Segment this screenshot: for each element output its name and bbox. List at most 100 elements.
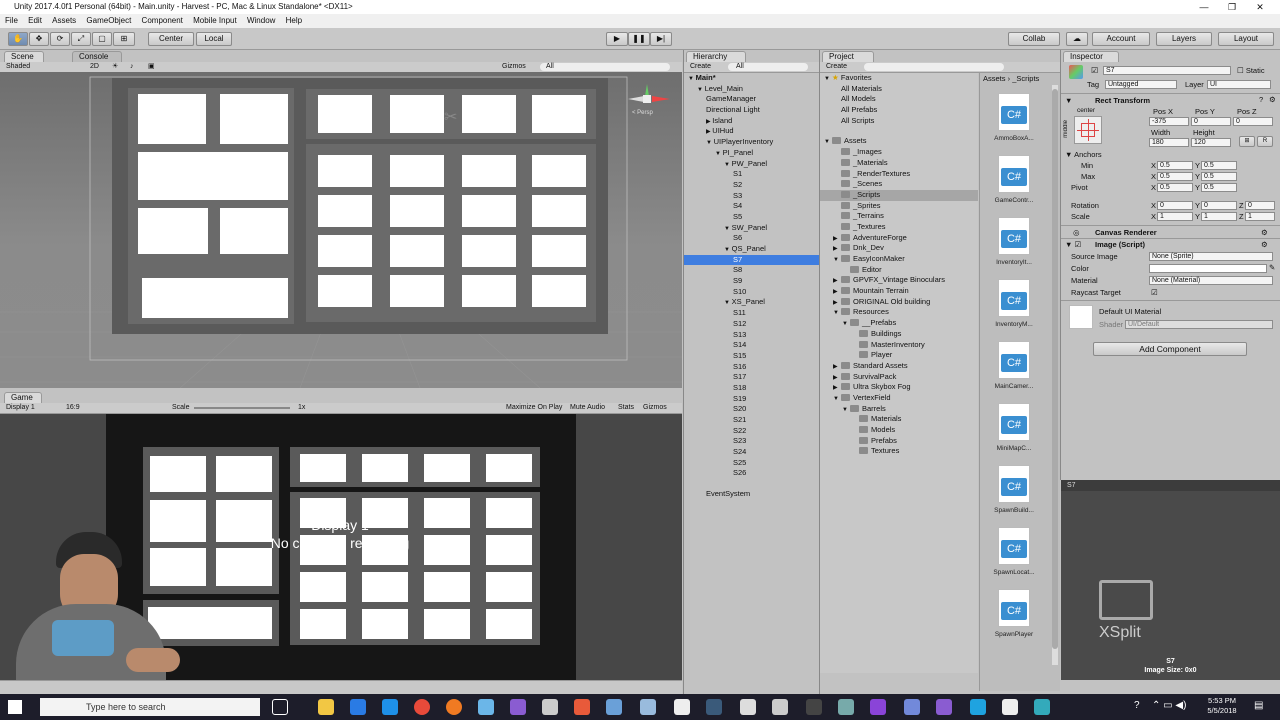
hierarchy-item[interactable]: ▼ XS_Panel xyxy=(684,297,819,308)
hierarchy-item[interactable]: S21 xyxy=(684,415,819,426)
hand-tool-icon[interactable]: ✋ xyxy=(8,32,28,46)
csharp-script-icon[interactable] xyxy=(998,403,1030,441)
help-tray-icon[interactable]: ? xyxy=(1134,700,1140,711)
favorite-item[interactable]: All Prefabs xyxy=(820,105,978,116)
task-view-icon[interactable] xyxy=(272,699,288,715)
scene-slot[interactable] xyxy=(532,235,586,267)
hierarchy-item[interactable]: S22 xyxy=(684,426,819,437)
csharp-script-icon[interactable] xyxy=(998,279,1030,317)
expand-arrow-icon[interactable]: ▼ xyxy=(724,247,732,253)
tab-project[interactable]: Project xyxy=(822,51,874,62)
menu-gameobject[interactable]: GameObject xyxy=(86,16,131,25)
rect-handle-icon[interactable]: ✂ xyxy=(444,107,457,127)
expand-arrow-icon[interactable]: ▼ xyxy=(824,74,832,85)
scene-slot[interactable] xyxy=(142,278,288,318)
scene-slot[interactable] xyxy=(318,195,372,227)
shading-dropdown[interactable]: Shaded xyxy=(6,62,30,72)
scene-slot[interactable] xyxy=(318,95,372,133)
hierarchy-item[interactable]: S8 xyxy=(684,265,819,276)
favorite-item[interactable]: All Materials xyxy=(820,84,978,95)
expand-arrow-icon[interactable]: ▼ xyxy=(833,308,841,319)
expand-arrow-icon[interactable]: ▼ xyxy=(824,137,832,148)
menu-assets[interactable]: Assets xyxy=(52,16,76,25)
skype-icon[interactable] xyxy=(970,699,986,715)
posy-field[interactable]: 0 xyxy=(1191,117,1231,126)
hierarchy-create-dropdown[interactable]: Create xyxy=(690,62,711,72)
folder-item[interactable]: _Images xyxy=(820,147,978,158)
folder-item[interactable]: _Materials xyxy=(820,158,978,169)
app-icon-9[interactable] xyxy=(838,699,854,715)
tab-inspector[interactable]: Inspector xyxy=(1063,51,1119,62)
height-field[interactable]: 120 xyxy=(1191,138,1231,147)
scene-slot[interactable] xyxy=(532,195,586,227)
hierarchy-item[interactable]: S14 xyxy=(684,340,819,351)
transform-tool-icon[interactable]: ⊞ xyxy=(113,32,135,46)
app-icon-5[interactable] xyxy=(640,699,656,715)
settings-icon[interactable]: ⚙ xyxy=(1269,95,1276,104)
folder-item[interactable]: MasterInventory xyxy=(820,340,978,351)
ie-icon[interactable] xyxy=(382,699,398,715)
folder-item[interactable]: ▶ Ultra Skybox Fog xyxy=(820,382,978,393)
scene-slot[interactable] xyxy=(390,95,444,133)
folder-item[interactable]: ▼ __Prefabs xyxy=(820,318,978,329)
menu-help[interactable]: Help xyxy=(286,16,302,25)
mode-2d-button[interactable]: 2D xyxy=(90,62,99,72)
menu-file[interactable]: File xyxy=(5,16,18,25)
scene-slot[interactable] xyxy=(532,275,586,307)
audio-icon[interactable]: ♪ xyxy=(130,62,134,72)
expand-arrow-icon[interactable]: ▼ xyxy=(833,255,841,266)
width-field[interactable]: 180 xyxy=(1149,138,1189,147)
app-icon-1[interactable] xyxy=(478,699,494,715)
hierarchy-item[interactable]: S3 xyxy=(684,191,819,202)
folder-item[interactable]: Prefabs xyxy=(820,436,978,447)
hierarchy-item[interactable]: S11 xyxy=(684,308,819,319)
expand-arrow-icon[interactable]: ▼ xyxy=(688,76,696,82)
scene-slot[interactable] xyxy=(318,275,372,307)
assets-header[interactable]: ▼ Assets xyxy=(820,136,978,147)
scene-slot[interactable] xyxy=(318,155,372,187)
folder-item[interactable]: ▶ SurvivalPack xyxy=(820,372,978,383)
favorites-header[interactable]: ▼ ★ Favorites xyxy=(820,73,978,84)
steam-icon[interactable] xyxy=(706,699,722,715)
scale-slider[interactable] xyxy=(194,407,290,409)
posx-field[interactable]: -375 xyxy=(1149,117,1189,126)
folder-item[interactable]: ▶ ORIGINAL Old building xyxy=(820,297,978,308)
hierarchy-item[interactable]: S12 xyxy=(684,319,819,330)
persp-label[interactable]: < Persp xyxy=(632,110,653,116)
anchor-preset-button[interactable] xyxy=(1074,116,1102,144)
play-icon[interactable]: ▶ xyxy=(606,32,628,46)
app-icon-6[interactable] xyxy=(674,699,690,715)
collab-button[interactable]: Collab xyxy=(1008,32,1060,46)
folder-item[interactable]: Editor xyxy=(820,265,978,276)
tab-scene[interactable]: Scene xyxy=(4,51,44,62)
csharp-script-icon[interactable] xyxy=(998,341,1030,379)
csharp-script-icon[interactable] xyxy=(998,527,1030,565)
breadcrumb-root[interactable]: Assets xyxy=(983,74,1006,83)
start-icon[interactable] xyxy=(8,700,22,714)
source-image-field[interactable]: None (Sprite) xyxy=(1149,252,1273,261)
help-icon[interactable]: ? xyxy=(1259,95,1263,104)
scene-slot[interactable] xyxy=(462,195,516,227)
object-name-field[interactable]: S7 xyxy=(1103,66,1231,75)
hierarchy-item[interactable]: S16 xyxy=(684,362,819,373)
scale-z[interactable]: 1 xyxy=(1245,212,1275,221)
anchor-min-x[interactable]: 0.5 xyxy=(1157,161,1193,170)
hierarchy-item[interactable]: ▼ PI_Panel xyxy=(684,148,819,159)
pivot-y[interactable]: 0.5 xyxy=(1201,183,1237,192)
folder-item[interactable]: Materials xyxy=(820,414,978,425)
raw-edit-icon[interactable]: R xyxy=(1257,136,1273,147)
app-icon-10[interactable] xyxy=(1034,699,1050,715)
unity-icon[interactable] xyxy=(1002,699,1018,715)
file-explorer-icon[interactable] xyxy=(318,699,334,715)
edge-icon[interactable] xyxy=(350,699,366,715)
scene-slot[interactable] xyxy=(462,155,516,187)
scene-slot[interactable] xyxy=(220,208,288,254)
maximize-icon[interactable]: ❐ xyxy=(1218,0,1246,14)
maximize-on-play-toggle[interactable]: Maximize On Play xyxy=(506,403,562,413)
scene-slot[interactable] xyxy=(138,152,288,200)
display-dropdown[interactable]: Display 1 xyxy=(6,403,35,413)
material-field[interactable]: None (Material) xyxy=(1149,276,1273,285)
rotate-tool-icon[interactable]: ⟳ xyxy=(50,32,70,46)
scene-slot[interactable] xyxy=(390,275,444,307)
hierarchy-item[interactable]: ▼ Level_Main xyxy=(684,84,819,95)
